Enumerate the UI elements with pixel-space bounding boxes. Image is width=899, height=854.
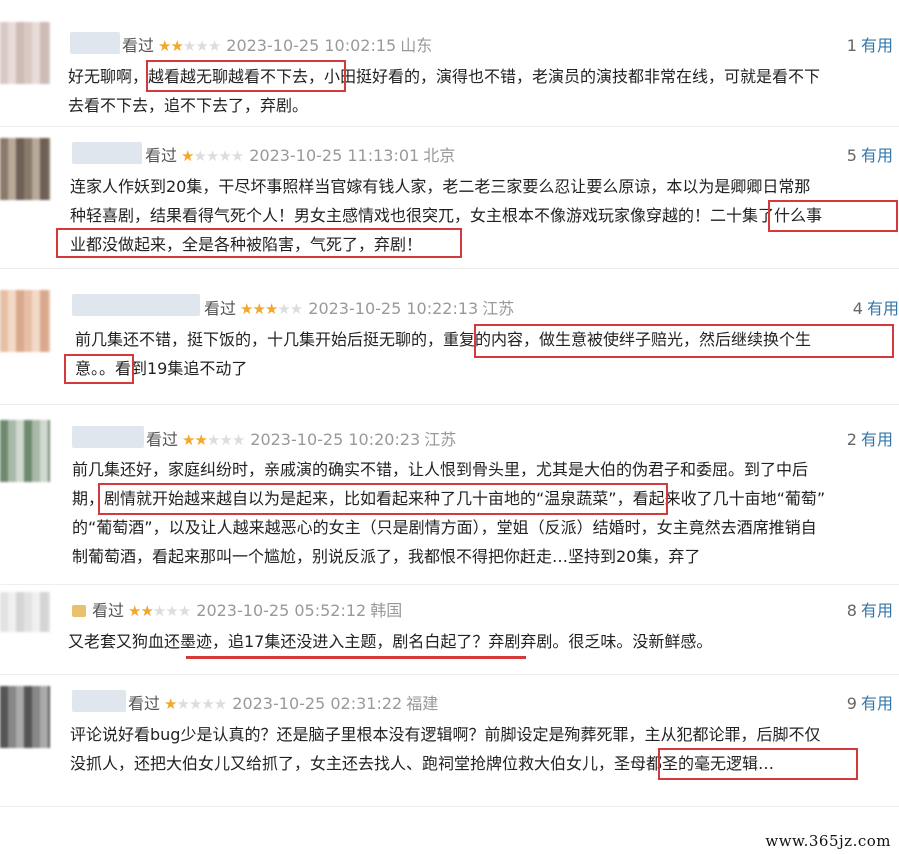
watch-status: 看过 bbox=[122, 36, 155, 55]
highlight-underline bbox=[186, 656, 526, 659]
useful-count: 2 bbox=[846, 430, 857, 449]
useful-button[interactable]: 有用 bbox=[861, 601, 893, 620]
review-content: 连家人作妖到20集，干尽坏事照样当官嫁有钱人家，老二老三家要么忍让要么原谅，本以… bbox=[70, 172, 822, 259]
useful-count: 1 bbox=[846, 36, 857, 55]
avatar[interactable] bbox=[0, 686, 50, 748]
review-content: 又老套又狗血还墨迹，追17集还没进入主题，剧名白起了？弃剧弃剧。很乏味。没新鲜感… bbox=[68, 627, 712, 656]
avatar[interactable] bbox=[0, 420, 50, 482]
useful-vote[interactable]: 2 有用 bbox=[847, 426, 893, 450]
username[interactable] bbox=[72, 426, 144, 448]
review-line: 期，剧情就开始越来越自以为是起来，比如看起来种了几十亩地的“温泉蔬菜”，看起来收… bbox=[72, 489, 826, 508]
useful-button[interactable]: 有用 bbox=[861, 36, 893, 55]
review-line: 又老套又狗血还墨迹，追17集还没进入主题，剧名白起了？弃剧弃剧。很乏味。没新鲜感… bbox=[68, 632, 713, 651]
watermark: www.365jz.com bbox=[765, 832, 891, 850]
review-line: 前几集还不错，挺下饭的，十几集开始后挺无聊的，重复的内容，做生意被使绊子赔光，然… bbox=[75, 330, 812, 349]
review-line: 的“葡萄酒”，以及让人越来越恶心的女主（只是剧情方面），堂姐（反派）结婚时，女主… bbox=[72, 518, 817, 537]
review-location: 北京 bbox=[423, 146, 456, 165]
review-item: 看过 ★★★★★ 2023-10-25 10:02:15 山东 1 有用 好无聊啊，越看… bbox=[0, 0, 899, 124]
watch-status: 看过 bbox=[92, 601, 125, 620]
watch-status: 看过 bbox=[146, 430, 179, 449]
review-location: 山东 bbox=[400, 36, 433, 55]
avatar[interactable] bbox=[0, 138, 50, 200]
divider bbox=[0, 806, 899, 807]
review-meta: 看过 ★★★★★ 2023-10-25 11:13:01 北京 bbox=[145, 142, 455, 166]
review-meta: 看过 ★★★★★ 2023-10-25 02:31:22 福建 bbox=[128, 690, 438, 714]
review-time: 2023-10-25 10:02:15 bbox=[226, 36, 397, 55]
review-meta: 看过 ★★★★★ 2023-10-25 10:20:23 江苏 bbox=[146, 426, 456, 450]
avatar[interactable] bbox=[0, 290, 50, 352]
avatar[interactable] bbox=[0, 592, 50, 632]
divider bbox=[0, 268, 899, 269]
useful-count: 9 bbox=[846, 694, 857, 713]
useful-vote[interactable]: 9 有用 bbox=[847, 690, 893, 714]
divider bbox=[0, 404, 899, 405]
review-meta: 看过 ★★★★★ 2023-10-25 10:02:15 山东 bbox=[122, 32, 432, 56]
rating-stars: ★★★★★ bbox=[164, 695, 227, 713]
rating-stars: ★★★★★ bbox=[158, 37, 221, 55]
watch-status: 看过 bbox=[204, 299, 237, 318]
username[interactable] bbox=[72, 690, 126, 712]
review-line: 连家人作妖到20集，干尽坏事照样当官嫁有钱人家，老二老三家要么忍让要么原谅，本以… bbox=[70, 177, 811, 196]
useful-count: 5 bbox=[846, 146, 857, 165]
review-line: 好无聊啊，越看越无聊越看不下去，小田挺好看的，演得也不错，老演员的演技都非常在线… bbox=[68, 67, 821, 86]
review-meta: 看过 ★★★★★ 2023-10-25 10:22:13 江苏 bbox=[204, 295, 514, 319]
review-meta: 看过 ★★★★★ 2023-10-25 05:52:12 韩国 bbox=[72, 597, 402, 621]
useful-vote[interactable]: 1 有用 bbox=[847, 32, 893, 56]
useful-button[interactable]: 有用 bbox=[867, 299, 899, 318]
useful-button[interactable]: 有用 bbox=[861, 430, 893, 449]
review-line: 意。。看到19集追不动了 bbox=[75, 359, 248, 378]
review-line: 没抓人，还把大伯女儿又给抓了，女主还去找人、跑祠堂抢牌位救大伯女儿，圣母都圣的毫… bbox=[70, 754, 775, 773]
review-line: 业都没做起来，全是各种被陷害，气死了，弃剧！ bbox=[70, 235, 423, 254]
watch-status: 看过 bbox=[128, 694, 161, 713]
rating-stars: ★★★★★ bbox=[128, 602, 191, 620]
review-line: 评论说好看bug少是认真的？还是脑子里根本没有逻辑啊？前脚设定是殉葬死罪，主从犯… bbox=[70, 725, 821, 744]
review-time: 2023-10-25 02:31:22 bbox=[232, 694, 403, 713]
watch-status: 看过 bbox=[145, 146, 178, 165]
review-line: 去看不下去，追不下去了，弃剧。 bbox=[68, 96, 309, 115]
review-line: 制葡萄酒，看起来那叫一个尴尬，别说反派了，我都恨不得把你赶走…坚持到20集，弃了 bbox=[72, 547, 701, 566]
review-time: 2023-10-25 10:20:23 bbox=[250, 430, 421, 449]
rating-stars: ★★★★★ bbox=[181, 147, 244, 165]
useful-vote[interactable]: 5 有用 bbox=[847, 142, 893, 166]
username[interactable] bbox=[70, 32, 120, 54]
useful-count: 4 bbox=[852, 299, 863, 318]
avatar[interactable] bbox=[0, 22, 50, 84]
review-location: 福建 bbox=[406, 694, 439, 713]
rating-stars: ★★★★★ bbox=[240, 300, 303, 318]
username[interactable] bbox=[72, 142, 142, 164]
review-content: 好无聊啊，越看越无聊越看不下去，小田挺好看的，演得也不错，老演员的演技都非常在线… bbox=[68, 62, 820, 120]
useful-vote[interactable]: 4 有用 bbox=[853, 295, 899, 319]
review-location: 江苏 bbox=[424, 430, 457, 449]
divider bbox=[0, 584, 899, 585]
review-line: 前几集还好，家庭纠纷时，亲戚演的确实不错，让人恨到骨头里，尤其是大伯的伪君子和委… bbox=[72, 460, 809, 479]
member-badge-icon bbox=[72, 605, 86, 617]
review-time: 2023-10-25 05:52:12 bbox=[196, 601, 367, 620]
useful-vote[interactable]: 8 有用 bbox=[847, 597, 893, 621]
review-time: 2023-10-25 11:13:01 bbox=[249, 146, 420, 165]
review-line: 种轻喜剧，结果看得气死个人！男女主感情戏也很突兀，女主根本不像游戏玩家像穿越的！… bbox=[70, 206, 823, 225]
review-content: 评论说好看bug少是认真的？还是脑子里根本没有逻辑啊？前脚设定是殉葬死罪，主从犯… bbox=[70, 720, 820, 778]
review-content: 前几集还好，家庭纠纷时，亲戚演的确实不错，让人恨到骨头里，尤其是大伯的伪君子和委… bbox=[72, 455, 825, 571]
divider bbox=[0, 674, 899, 675]
review-location: 韩国 bbox=[370, 601, 403, 620]
divider bbox=[0, 126, 899, 127]
useful-button[interactable]: 有用 bbox=[861, 146, 893, 165]
rating-stars: ★★★★★ bbox=[182, 431, 245, 449]
review-content: 前几集还不错，挺下饭的，十几集开始后挺无聊的，重复的内容，做生意被使绊子赔光，然… bbox=[75, 325, 811, 383]
useful-count: 8 bbox=[846, 601, 857, 620]
useful-button[interactable]: 有用 bbox=[861, 694, 893, 713]
username[interactable] bbox=[72, 294, 200, 316]
review-time: 2023-10-25 10:22:13 bbox=[308, 299, 479, 318]
review-location: 江苏 bbox=[482, 299, 515, 318]
